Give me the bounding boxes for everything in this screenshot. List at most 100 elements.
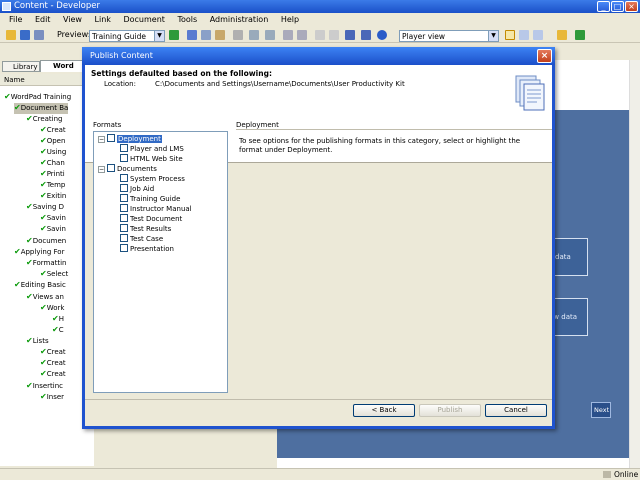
tree-item[interactable]: ✔Document Ba xyxy=(14,103,69,114)
tree-item[interactable]: ✔Chan xyxy=(40,158,65,169)
save-icon[interactable] xyxy=(20,30,30,40)
menu-file[interactable]: File xyxy=(9,15,22,24)
menu-tools[interactable]: Tools xyxy=(177,15,197,24)
tree-item[interactable]: ✔Savin xyxy=(40,213,66,224)
menu-link[interactable]: Link xyxy=(95,15,111,24)
properties-icon[interactable] xyxy=(345,30,355,40)
indent-icon[interactable] xyxy=(329,30,339,40)
zoom-icon[interactable] xyxy=(265,30,275,40)
menu-administration[interactable]: Administration xyxy=(210,15,269,24)
format-item[interactable]: Test Case xyxy=(120,234,163,244)
format-item[interactable]: Instructor Manual xyxy=(120,204,192,214)
minimize-button[interactable]: _ xyxy=(597,1,610,12)
tree-item[interactable]: ✔Applying For xyxy=(14,247,64,258)
checkbox[interactable] xyxy=(120,184,128,192)
tree-item[interactable]: ✔Creat xyxy=(40,369,66,380)
layout-icon[interactable] xyxy=(505,30,515,40)
tree-item[interactable]: ✔Creating xyxy=(26,114,62,125)
tab-library[interactable]: Library xyxy=(2,61,40,72)
view-select[interactable]: Player view ▼ xyxy=(399,30,499,42)
collapse-icon[interactable]: − xyxy=(98,166,105,173)
tree-item[interactable]: ✔Editing Basic xyxy=(14,280,66,291)
split-view-icon[interactable] xyxy=(519,30,529,40)
dialog-close-button[interactable]: × xyxy=(537,49,552,63)
format-category-documents[interactable]: − Documents xyxy=(98,164,157,174)
paste-icon[interactable] xyxy=(215,30,225,40)
open-icon[interactable] xyxy=(6,30,16,40)
window-title-bar: Content - Developer _ □ × xyxy=(0,0,640,13)
find-icon[interactable] xyxy=(249,30,259,40)
format-item[interactable]: Training Guide xyxy=(120,194,180,204)
format-item[interactable]: Job Aid xyxy=(120,184,154,194)
tree-item[interactable]: ✔Views an xyxy=(26,292,64,303)
tree-item[interactable]: ✔Select xyxy=(40,269,68,280)
library-tabs: Library Word xyxy=(0,60,94,72)
checkbox[interactable] xyxy=(120,154,128,162)
tree-item[interactable]: ✔Lists xyxy=(26,336,49,347)
go-icon[interactable] xyxy=(169,30,179,40)
tree-item[interactable]: ✔Savin xyxy=(40,224,66,235)
close-button[interactable]: × xyxy=(625,1,638,12)
location-value: C:\Documents and Settings\Username\Docum… xyxy=(155,80,405,88)
cut-icon[interactable] xyxy=(187,30,197,40)
delete-icon[interactable] xyxy=(233,30,243,40)
tree-item[interactable]: ✔C xyxy=(52,325,64,336)
menu-document[interactable]: Document xyxy=(123,15,164,24)
format-category-deployment[interactable]: − Deployment xyxy=(98,134,162,144)
refresh-icon[interactable] xyxy=(575,30,585,40)
tree-item[interactable]: ✔Creat xyxy=(40,347,66,358)
checkbox[interactable] xyxy=(120,244,128,252)
tree-item[interactable]: ✔Temp xyxy=(40,180,65,191)
checkbox[interactable] xyxy=(120,194,128,202)
tree-item[interactable]: ✔Open xyxy=(40,136,65,147)
help-icon[interactable] xyxy=(377,30,387,40)
checkbox[interactable] xyxy=(120,214,128,222)
tree-item[interactable]: ✔Insertinc xyxy=(26,381,63,392)
print-icon[interactable] xyxy=(34,30,44,40)
tree-item[interactable]: ✔Formattin xyxy=(26,258,67,269)
format-item[interactable]: System Process xyxy=(120,174,185,184)
collapse-icon[interactable]: − xyxy=(98,136,105,143)
back-button[interactable]: < Back xyxy=(353,404,415,417)
format-item[interactable]: Presentation xyxy=(120,244,174,254)
menu-edit[interactable]: Edit xyxy=(35,15,51,24)
format-item[interactable]: Test Results xyxy=(120,224,171,234)
tree-item[interactable]: ✔Documen xyxy=(26,236,66,247)
tree-item[interactable]: ✔Printi xyxy=(40,169,65,180)
tree-item[interactable]: ✔WordPad Training xyxy=(4,92,71,103)
cancel-button[interactable]: Cancel xyxy=(485,404,547,417)
copy-icon[interactable] xyxy=(201,30,211,40)
redo-icon[interactable] xyxy=(297,30,307,40)
checkbox[interactable] xyxy=(120,224,128,232)
preview-select[interactable]: Training Guide ▼ xyxy=(89,30,165,42)
checkbox[interactable] xyxy=(107,134,115,142)
checkbox[interactable] xyxy=(120,204,128,212)
checkbox[interactable] xyxy=(120,174,128,182)
tree-item[interactable]: ✔Exitin xyxy=(40,191,66,202)
tree-item[interactable]: ✔Creat xyxy=(40,358,66,369)
menu-view[interactable]: View xyxy=(63,15,82,24)
format-item[interactable]: HTML Web Site xyxy=(120,154,183,164)
checkbox[interactable] xyxy=(107,164,115,172)
publish-button[interactable]: Publish xyxy=(419,404,481,417)
next-button[interactable]: Next xyxy=(591,402,611,418)
maximize-button[interactable]: □ xyxy=(611,1,624,12)
menu-help[interactable]: Help xyxy=(281,15,299,24)
tree-item[interactable]: ✔Work xyxy=(40,303,64,314)
tree-item[interactable]: ✔H xyxy=(52,314,64,325)
tree-item[interactable]: ✔Saving D xyxy=(26,202,64,213)
undo-icon[interactable] xyxy=(283,30,293,40)
publish-icon[interactable] xyxy=(557,30,567,40)
tree-item[interactable]: ✔Inser xyxy=(40,392,64,403)
checkbox[interactable] xyxy=(120,234,128,242)
record-icon[interactable] xyxy=(361,30,371,40)
tree-item[interactable]: ✔Creat xyxy=(40,125,66,136)
format-item[interactable]: Test Document xyxy=(120,214,182,224)
tree-item[interactable]: ✔Using xyxy=(40,147,66,158)
column-header-name[interactable]: Name xyxy=(0,74,94,86)
format-item[interactable]: Player and LMS xyxy=(120,144,184,154)
checkbox[interactable] xyxy=(120,144,128,152)
grid-icon[interactable] xyxy=(533,30,543,40)
outdent-icon[interactable] xyxy=(315,30,325,40)
preview-scrollbar[interactable] xyxy=(629,60,640,468)
